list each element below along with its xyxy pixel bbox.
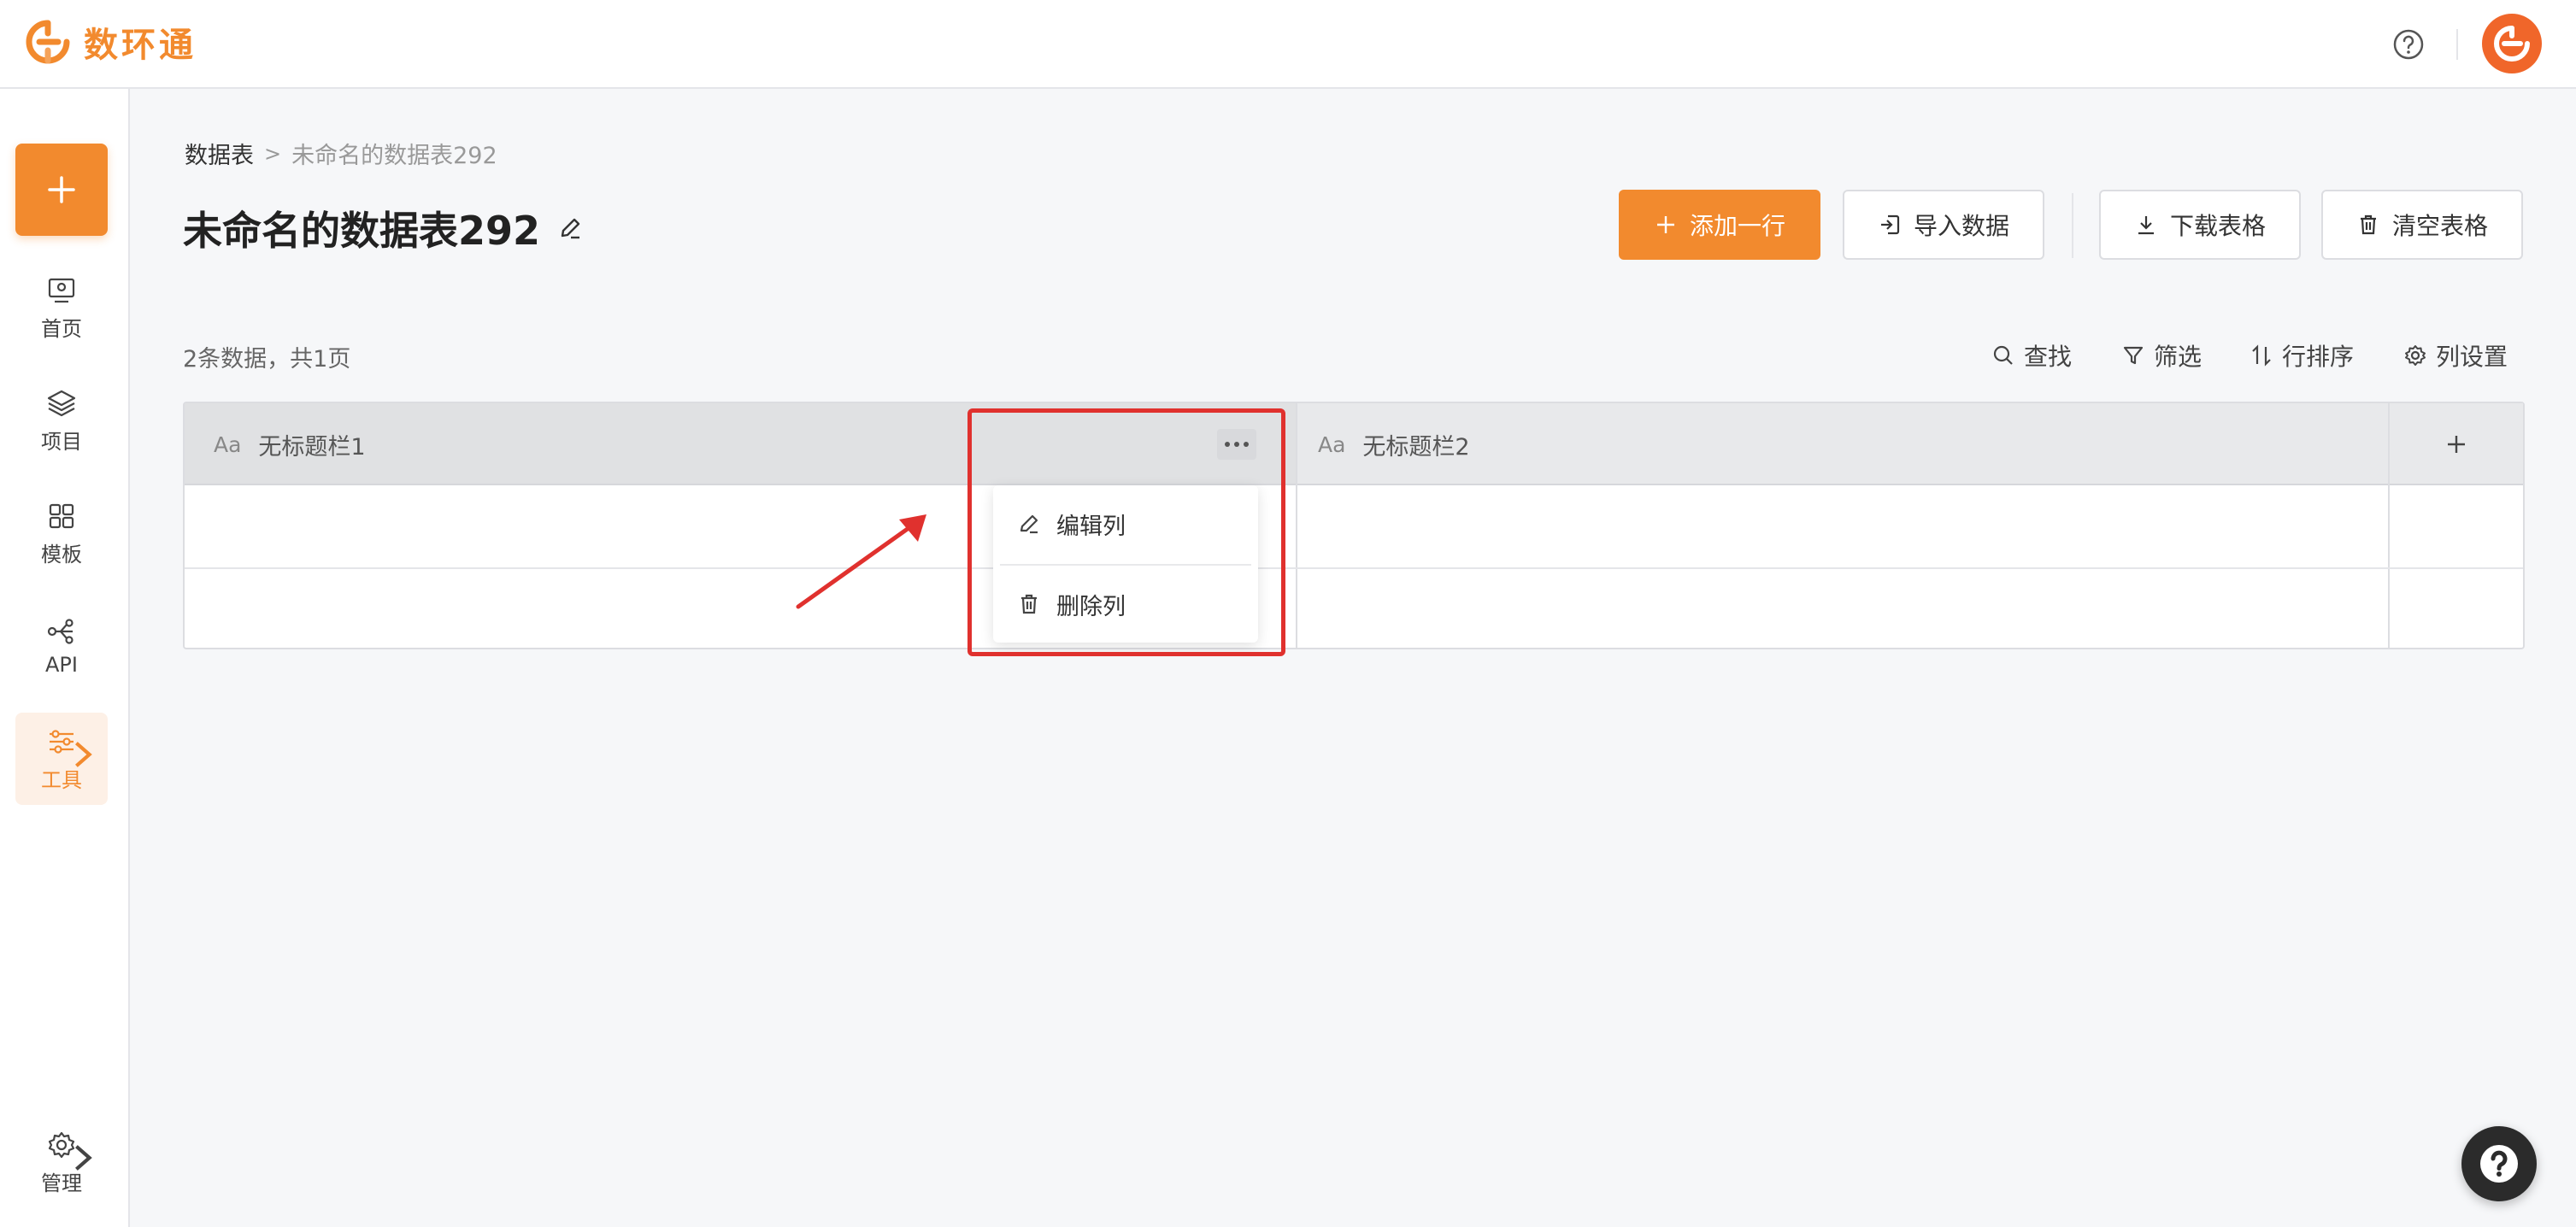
- breadcrumb-root[interactable]: 数据表: [185, 137, 254, 170]
- annotation-highlight-box: [967, 408, 1285, 656]
- app-logo[interactable]: 数环通: [24, 17, 197, 67]
- text-type-icon: Aa: [214, 432, 242, 457]
- chevron-right-icon: [75, 742, 92, 767]
- avatar-logo-icon: [2494, 26, 2530, 62]
- column-settings-tool[interactable]: 列设置: [2403, 338, 2508, 373]
- grid-icon: [49, 503, 74, 528]
- brand-name: 数环通: [84, 26, 197, 65]
- search-label: 查找: [2024, 343, 2073, 371]
- plus-icon: [2448, 436, 2465, 453]
- download-icon: [2138, 216, 2154, 235]
- logo-icon: [26, 20, 70, 64]
- breadcrumb-current: 未命名的数据表292: [291, 143, 497, 169]
- column-settings-label: 列设置: [2436, 343, 2508, 371]
- help-fab-button[interactable]: [2461, 1126, 2537, 1201]
- sort-icon: [2252, 344, 2271, 367]
- gear-icon: [2405, 345, 2426, 366]
- page-title-row: 未命名的数据表292: [183, 200, 585, 256]
- top-bar: 数环通: [0, 0, 2576, 89]
- plus-icon: [48, 176, 75, 203]
- search-icon: [1993, 345, 2013, 365]
- nav-label-projects: 项目: [41, 429, 82, 454]
- record-count: 2条数据，共1页: [183, 346, 351, 373]
- annotation-arrow: [796, 514, 926, 609]
- breadcrumb-separator: >: [264, 141, 282, 166]
- add-column-button[interactable]: [2390, 403, 2523, 485]
- breadcrumb: 数据表 > 未命名的数据表292: [185, 137, 497, 170]
- clear-table-button[interactable]: 清空表格: [2321, 190, 2523, 260]
- import-icon: [1880, 214, 1900, 235]
- layers-icon: [47, 390, 76, 416]
- nav-item-tools[interactable]: 工具: [15, 713, 108, 805]
- table-header: Aa 无标题栏1 Aa 无标题栏2: [185, 403, 2523, 485]
- monitor-icon: [48, 278, 75, 302]
- download-table-label: 下载表格: [2169, 212, 2266, 240]
- column-separator: [2388, 403, 2390, 648]
- action-divider: [2072, 193, 2073, 258]
- column-1-name: 无标题栏1: [258, 433, 366, 461]
- page-title: 未命名的数据表292: [183, 208, 541, 254]
- column-2-name: 无标题栏2: [1362, 433, 1470, 461]
- nav-item-api[interactable]: API: [15, 600, 108, 692]
- chevron-right-icon: [75, 1145, 92, 1171]
- plus-icon: [1656, 216, 1674, 233]
- create-button[interactable]: [15, 144, 108, 236]
- api-icon: [47, 619, 74, 644]
- side-nav: 首页 项目 模板 API 工具 管理: [0, 89, 130, 1227]
- search-tool[interactable]: 查找: [1991, 338, 2072, 373]
- nav-item-home[interactable]: 首页: [15, 261, 108, 354]
- data-table: Aa 无标题栏1 Aa 无标题栏2: [183, 402, 2525, 649]
- nav-label-home: 首页: [41, 316, 82, 341]
- import-data-label: 导入数据: [1913, 212, 2009, 240]
- question-icon: [2480, 1145, 2518, 1183]
- nav-label-templates: 模板: [41, 542, 82, 567]
- row-separator: [185, 567, 2523, 569]
- filter-tool[interactable]: 筛选: [2121, 338, 2202, 373]
- column-header-1[interactable]: Aa 无标题栏1: [214, 403, 366, 485]
- filter-label: 筛选: [2154, 343, 2203, 371]
- topbar-divider: [2456, 29, 2458, 60]
- add-row-button[interactable]: 添加一行: [1619, 190, 1820, 260]
- add-row-label: 添加一行: [1689, 212, 1785, 240]
- nav-label-api: API: [45, 653, 78, 677]
- text-type-icon: Aa: [1318, 432, 1346, 457]
- trash-icon: [2360, 214, 2376, 235]
- import-data-button[interactable]: 导入数据: [1843, 190, 2044, 260]
- help-circle-icon[interactable]: [2391, 27, 2426, 62]
- download-table-button[interactable]: 下载表格: [2099, 190, 2301, 260]
- sort-tool[interactable]: 行排序: [2250, 338, 2354, 373]
- nav-item-templates[interactable]: 模板: [15, 487, 108, 579]
- filter-icon: [2123, 346, 2144, 365]
- column-header-2[interactable]: Aa 无标题栏2: [1318, 403, 1470, 485]
- nav-item-projects[interactable]: 项目: [15, 374, 108, 467]
- nav-item-admin[interactable]: 管理: [15, 1116, 108, 1208]
- edit-pencil-icon[interactable]: [556, 214, 585, 243]
- clear-table-label: 清空表格: [2391, 212, 2488, 240]
- user-avatar[interactable]: [2482, 14, 2542, 73]
- column-separator: [1296, 403, 1297, 648]
- sort-label: 行排序: [2282, 343, 2355, 371]
